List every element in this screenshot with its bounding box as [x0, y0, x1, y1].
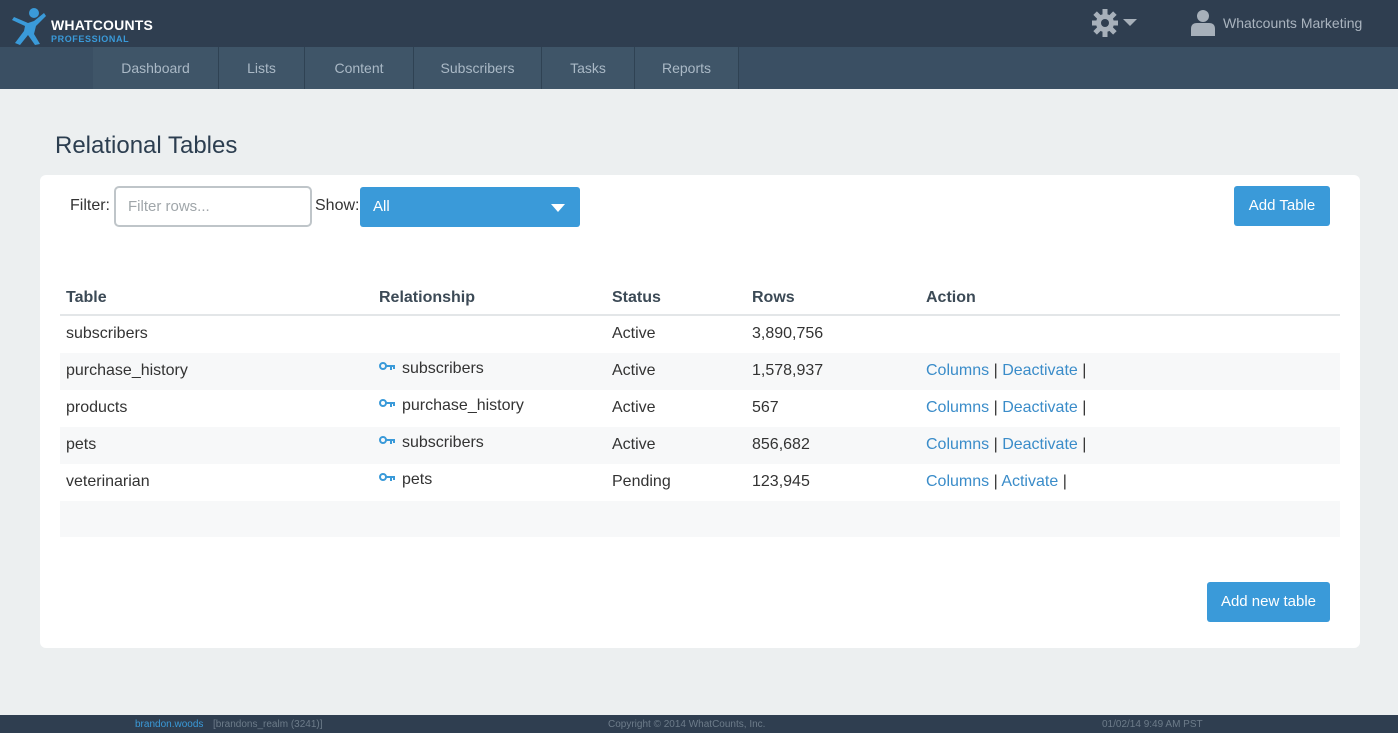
show-select[interactable]: All [360, 187, 580, 227]
columns-link[interactable]: Columns [926, 399, 989, 416]
action-cell: Columns | Deactivate | [926, 399, 1086, 417]
rows-count-cell: 123,945 [752, 473, 810, 490]
table-row: products purchase_history Active 567 Col… [60, 390, 1340, 427]
relationship-cell: subscribers [379, 360, 484, 378]
filter-label: Filter: [70, 197, 110, 214]
activate-link[interactable]: Activate [1001, 473, 1058, 490]
action-separator: | [1082, 362, 1087, 379]
whatcounts-logo[interactable]: WHATCOUNTS PROFESSIONAL [12, 7, 172, 45]
key-icon [379, 436, 395, 445]
deactivate-link[interactable]: Deactivate [1002, 436, 1078, 453]
table-row: purchase_history subscribers Active 1,57… [60, 353, 1340, 390]
relationship-cell: purchase_history [379, 397, 524, 415]
action-cell: Columns | Activate | [926, 473, 1067, 491]
footer-datetime: 01/02/14 9:49 AM PST [1102, 719, 1203, 730]
relationship-parent: purchase_history [402, 397, 524, 414]
status-cell: Active [612, 399, 656, 416]
column-header-status[interactable]: Status [612, 289, 661, 307]
caret-down-icon [551, 204, 565, 212]
columns-link[interactable]: Columns [926, 436, 989, 453]
column-header-relationship[interactable]: Relationship [379, 289, 475, 307]
action-separator: | [993, 362, 998, 379]
tab-content[interactable]: Content [305, 47, 414, 89]
deactivate-link[interactable]: Deactivate [1002, 399, 1078, 416]
brand-name: WHATCOUNTS [51, 17, 154, 33]
tab-lists[interactable]: Lists [219, 47, 305, 89]
key-icon [379, 473, 395, 482]
status-cell: Active [612, 325, 656, 342]
relationship-cell: pets [379, 471, 432, 489]
show-select-value: All [373, 198, 390, 215]
deactivate-link[interactable]: Deactivate [1002, 362, 1078, 379]
settings-menu[interactable] [1092, 9, 1138, 37]
table-name-link[interactable]: products [66, 399, 127, 417]
tab-tasks[interactable]: Tasks [542, 47, 635, 89]
action-separator: | [1062, 473, 1067, 490]
user-name: Whatcounts Marketing [1223, 15, 1363, 31]
footer-copyright: Copyright © 2014 WhatCounts, Inc. [608, 719, 766, 730]
columns-link[interactable]: Columns [926, 473, 989, 490]
relational-tables-table: Table Relationship Status Rows Action su… [60, 278, 1340, 537]
footer-user-link[interactable]: brandon.woods [135, 715, 203, 733]
columns-link[interactable]: Columns [926, 362, 989, 379]
table-row: pets subscribers Active 856,682 Columns … [60, 427, 1340, 464]
column-header-rows[interactable]: Rows [752, 289, 795, 307]
gear-icon [1092, 9, 1118, 37]
status-cell: Active [612, 362, 656, 379]
table-row: veterinarian pets Pending 123,945 Column… [60, 464, 1340, 501]
action-cell: Columns | Deactivate | [926, 436, 1086, 454]
column-header-table[interactable]: Table [66, 289, 107, 307]
user-icon [1191, 10, 1215, 36]
relationship-cell: subscribers [379, 434, 484, 452]
table-name-link[interactable]: pets [66, 436, 96, 454]
action-separator: | [1082, 436, 1087, 453]
action-separator: | [993, 473, 998, 490]
relational-tables-panel: Filter: Show: All Add Table Table Relati… [40, 175, 1360, 648]
action-separator: | [993, 399, 998, 416]
main-nav: Dashboard Lists Content Subscribers Task… [0, 47, 1398, 89]
relationship-parent: subscribers [402, 434, 484, 451]
user-menu[interactable]: Whatcounts Marketing [1190, 9, 1362, 37]
action-separator: | [1082, 399, 1087, 416]
add-table-button[interactable]: Add Table [1234, 186, 1330, 226]
status-footer: brandon.woods [brandons_realm (3241)] Co… [0, 715, 1398, 733]
brand-edition: PROFESSIONAL [51, 34, 130, 44]
empty-row [60, 501, 1340, 537]
rows-count-cell: 567 [752, 399, 779, 416]
table-header: Table Relationship Status Rows Action [60, 278, 1340, 316]
status-cell: Active [612, 436, 656, 453]
action-separator: | [993, 436, 998, 453]
chevron-down-icon [1123, 19, 1137, 26]
filter-input[interactable] [114, 186, 312, 227]
table-name-link[interactable]: subscribers [66, 325, 148, 343]
action-cell: Columns | Deactivate | [926, 362, 1086, 380]
footer-realm: [brandons_realm (3241)] [213, 719, 323, 730]
top-header: WHATCOUNTS PROFESSIONAL Whatcounts Marke… [0, 0, 1398, 47]
table-name-link[interactable]: purchase_history [66, 362, 188, 380]
table-name-link[interactable]: veterinarian [66, 473, 150, 491]
relationship-parent: pets [402, 471, 433, 488]
page-title: Relational Tables [55, 132, 238, 159]
relationship-parent: subscribers [402, 360, 484, 377]
tab-reports[interactable]: Reports [635, 47, 739, 89]
key-icon [379, 362, 395, 371]
tab-subscribers[interactable]: Subscribers [414, 47, 542, 89]
status-cell: Pending [612, 473, 671, 490]
table-row: subscribers Active 3,890,756 [60, 316, 1340, 353]
rows-count-cell: 856,682 [752, 436, 810, 453]
rows-count-cell: 3,890,756 [752, 325, 824, 342]
column-header-action: Action [926, 289, 976, 306]
tab-dashboard[interactable]: Dashboard [93, 47, 219, 89]
key-icon [379, 399, 395, 408]
logo-figure-icon [12, 8, 46, 45]
show-label: Show: [315, 197, 360, 214]
rows-count-cell: 1,578,937 [752, 362, 824, 379]
add-new-table-button[interactable]: Add new table [1207, 582, 1330, 622]
